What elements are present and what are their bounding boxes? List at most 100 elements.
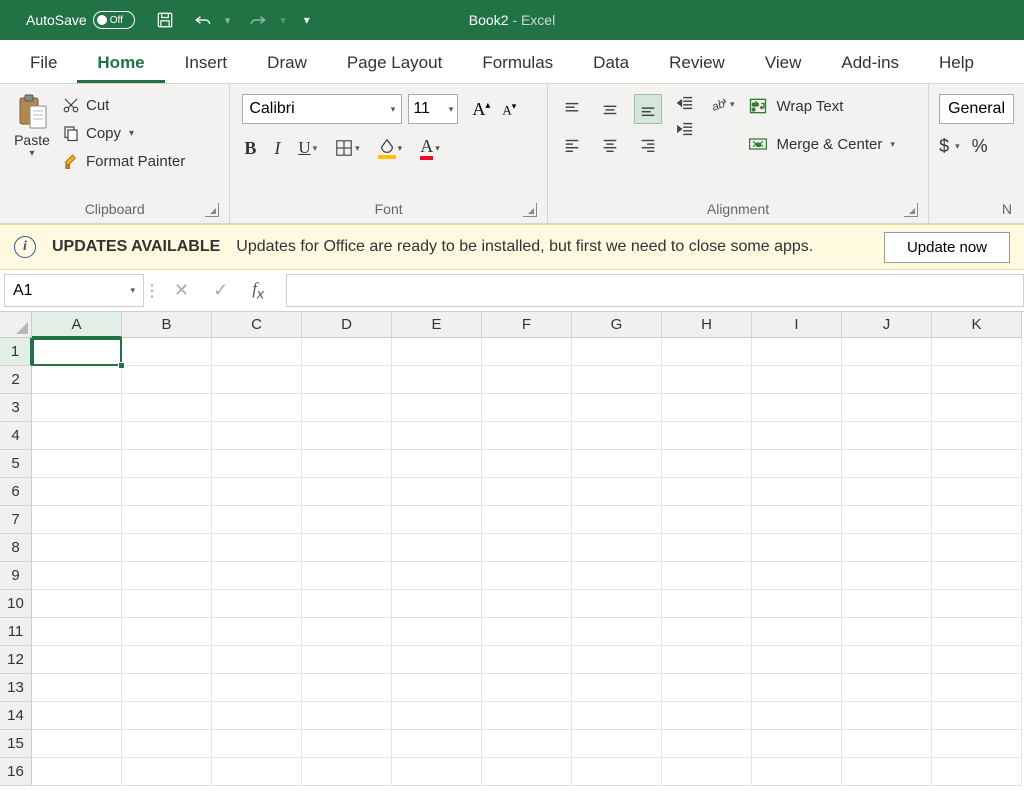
cell[interactable] bbox=[752, 646, 842, 674]
cell[interactable] bbox=[302, 366, 392, 394]
cell[interactable] bbox=[572, 758, 662, 786]
cell[interactable] bbox=[842, 618, 932, 646]
cell[interactable] bbox=[572, 478, 662, 506]
cell[interactable] bbox=[302, 674, 392, 702]
cell[interactable] bbox=[572, 366, 662, 394]
cell[interactable] bbox=[482, 534, 572, 562]
cell[interactable] bbox=[392, 534, 482, 562]
cell[interactable] bbox=[932, 702, 1022, 730]
cell[interactable] bbox=[212, 646, 302, 674]
row-header[interactable]: 9 bbox=[0, 562, 32, 590]
cell[interactable] bbox=[32, 450, 122, 478]
cell[interactable] bbox=[212, 366, 302, 394]
cell[interactable] bbox=[752, 618, 842, 646]
cell[interactable] bbox=[482, 702, 572, 730]
cell[interactable] bbox=[302, 646, 392, 674]
cell[interactable] bbox=[302, 422, 392, 450]
cell[interactable] bbox=[932, 338, 1022, 366]
cell[interactable] bbox=[932, 366, 1022, 394]
insert-function-icon[interactable]: fx bbox=[252, 279, 264, 302]
wrap-text-button[interactable]: abc Wrap Text bbox=[748, 96, 894, 116]
column-header[interactable]: I bbox=[752, 312, 842, 338]
cell[interactable] bbox=[302, 338, 392, 366]
cell[interactable] bbox=[32, 506, 122, 534]
cell[interactable] bbox=[662, 394, 752, 422]
cell[interactable] bbox=[482, 422, 572, 450]
row-header[interactable]: 14 bbox=[0, 702, 32, 730]
column-header[interactable]: J bbox=[842, 312, 932, 338]
cell[interactable] bbox=[572, 590, 662, 618]
cell[interactable] bbox=[842, 646, 932, 674]
cell[interactable] bbox=[212, 394, 302, 422]
cell[interactable] bbox=[572, 618, 662, 646]
cell[interactable] bbox=[932, 618, 1022, 646]
cell[interactable] bbox=[842, 366, 932, 394]
cell[interactable] bbox=[482, 506, 572, 534]
redo-icon[interactable] bbox=[248, 10, 268, 30]
underline-button[interactable]: U▾ bbox=[298, 138, 317, 158]
cell[interactable] bbox=[752, 394, 842, 422]
cell[interactable] bbox=[122, 646, 212, 674]
cell[interactable] bbox=[392, 450, 482, 478]
row-header[interactable]: 4 bbox=[0, 422, 32, 450]
row-header[interactable]: 10 bbox=[0, 590, 32, 618]
bold-button[interactable]: B bbox=[244, 138, 256, 159]
cell[interactable] bbox=[392, 702, 482, 730]
cell[interactable] bbox=[752, 702, 842, 730]
qat-customize-icon[interactable]: ▾ bbox=[304, 13, 310, 27]
cell[interactable] bbox=[752, 590, 842, 618]
cell[interactable] bbox=[302, 450, 392, 478]
cell[interactable] bbox=[662, 646, 752, 674]
cell[interactable] bbox=[662, 534, 752, 562]
cell[interactable] bbox=[932, 590, 1022, 618]
cancel-formula-icon[interactable]: ✕ bbox=[174, 280, 189, 301]
cell[interactable] bbox=[212, 534, 302, 562]
copy-dropdown[interactable]: ▾ bbox=[129, 128, 134, 139]
cell[interactable] bbox=[302, 394, 392, 422]
cell[interactable] bbox=[212, 702, 302, 730]
cell[interactable] bbox=[32, 730, 122, 758]
cell[interactable] bbox=[932, 506, 1022, 534]
fill-handle[interactable] bbox=[118, 362, 125, 369]
row-header[interactable]: 13 bbox=[0, 674, 32, 702]
cell[interactable] bbox=[212, 590, 302, 618]
cell[interactable] bbox=[302, 478, 392, 506]
autosave-control[interactable]: AutoSave Off bbox=[26, 11, 135, 29]
cell[interactable] bbox=[482, 618, 572, 646]
cell[interactable] bbox=[392, 618, 482, 646]
cell[interactable] bbox=[392, 394, 482, 422]
column-header[interactable]: E bbox=[392, 312, 482, 338]
cell[interactable] bbox=[122, 758, 212, 786]
merge-dropdown[interactable]: ▾ bbox=[890, 139, 895, 150]
cell[interactable] bbox=[662, 478, 752, 506]
autosave-toggle[interactable]: Off bbox=[93, 11, 135, 29]
cell[interactable] bbox=[662, 758, 752, 786]
align-center-button[interactable] bbox=[596, 130, 624, 160]
tab-file[interactable]: File bbox=[10, 43, 77, 83]
cell[interactable] bbox=[752, 506, 842, 534]
cell[interactable] bbox=[32, 618, 122, 646]
cell[interactable] bbox=[662, 730, 752, 758]
cell[interactable] bbox=[482, 674, 572, 702]
cell[interactable] bbox=[572, 338, 662, 366]
cell[interactable] bbox=[122, 618, 212, 646]
font-name-selector[interactable]: Calibri▾ bbox=[242, 94, 402, 124]
cell[interactable] bbox=[482, 450, 572, 478]
cell[interactable] bbox=[572, 646, 662, 674]
tab-data[interactable]: Data bbox=[573, 43, 649, 83]
italic-button[interactable]: I bbox=[274, 138, 280, 159]
increase-indent-button[interactable] bbox=[676, 120, 694, 138]
cell[interactable] bbox=[662, 702, 752, 730]
cell[interactable] bbox=[32, 394, 122, 422]
cell[interactable] bbox=[572, 730, 662, 758]
cell[interactable] bbox=[842, 758, 932, 786]
decrease-font-button[interactable]: A▾ bbox=[500, 101, 518, 118]
column-header[interactable]: K bbox=[932, 312, 1022, 338]
cut-button[interactable]: Cut bbox=[62, 96, 185, 114]
cell[interactable] bbox=[392, 366, 482, 394]
align-top-button[interactable] bbox=[558, 94, 586, 124]
cell[interactable] bbox=[932, 478, 1022, 506]
merge-center-button[interactable]: a Merge & Center ▾ bbox=[748, 134, 894, 154]
cell[interactable] bbox=[662, 506, 752, 534]
row-header[interactable]: 7 bbox=[0, 506, 32, 534]
